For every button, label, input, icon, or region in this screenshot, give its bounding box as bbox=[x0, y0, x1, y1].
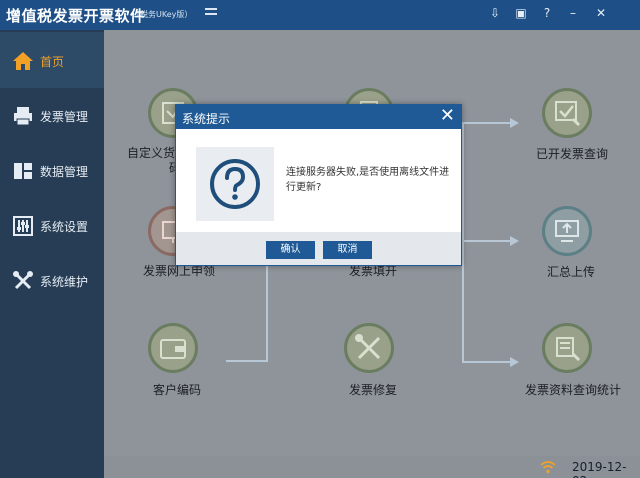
dialog-close-icon[interactable]: ✕ bbox=[440, 106, 455, 126]
system-prompt-dialog: 系统提示 ✕ 连接服务器失败,是否使用离线文件进行更新? 确认 取消 bbox=[175, 104, 462, 266]
sidebar-item-system-maintenance[interactable]: 系统维护 bbox=[0, 252, 104, 308]
question-icon bbox=[210, 159, 260, 209]
status-date: 2019-12-02 bbox=[572, 460, 627, 478]
status-bar: 2019-12-02 bbox=[104, 456, 640, 478]
confirm-button[interactable]: 确认 bbox=[266, 241, 315, 259]
flow-arrow bbox=[510, 236, 519, 246]
sidebar: 首页 发票管理 数据管理 系统设置 系统维护 bbox=[0, 30, 104, 478]
close-icon[interactable]: ✕ bbox=[594, 6, 608, 20]
help-icon[interactable]: ? bbox=[540, 6, 554, 20]
flow-connector bbox=[266, 260, 268, 362]
flow-connector bbox=[226, 360, 268, 362]
dialog-body: 连接服务器失败,是否使用离线文件进行更新? bbox=[176, 129, 461, 232]
home-icon bbox=[13, 52, 33, 70]
sidebar-item-label: 发票管理 bbox=[40, 110, 89, 124]
app-subtitle: （税务UKey版） bbox=[132, 10, 193, 19]
sidebar-item-label: 数据管理 bbox=[40, 165, 89, 179]
flow-connector bbox=[462, 123, 464, 363]
tools-icon bbox=[13, 271, 33, 290]
issued-invoice-query-icon[interactable] bbox=[542, 88, 592, 138]
sliders-icon bbox=[13, 216, 33, 236]
sidebar-item-data-management[interactable]: 数据管理 bbox=[0, 142, 104, 198]
restore-icon[interactable]: ▣ bbox=[514, 6, 528, 20]
cancel-button[interactable]: 取消 bbox=[323, 241, 372, 259]
tile-label: 客户编码 bbox=[153, 383, 202, 397]
summary-upload-icon[interactable] bbox=[542, 206, 592, 256]
repair-tools-icon[interactable] bbox=[344, 323, 394, 373]
dialog-title: 系统提示 bbox=[182, 112, 231, 126]
dialog-footer: 确认 取消 bbox=[176, 232, 461, 265]
statistics-query-icon[interactable] bbox=[542, 323, 592, 373]
tile-label: 发票资料查询统计 bbox=[525, 383, 622, 397]
flow-connector bbox=[462, 361, 512, 363]
printer-icon bbox=[14, 107, 32, 126]
sidebar-item-label: 系统设置 bbox=[40, 220, 89, 234]
tile-label: 汇总上传 bbox=[547, 265, 596, 279]
sidebar-item-home[interactable]: 首页 bbox=[0, 32, 104, 88]
sidebar-item-label: 首页 bbox=[40, 55, 65, 69]
question-icon-box bbox=[196, 147, 274, 221]
sidebar-item-system-settings[interactable]: 系统设置 bbox=[0, 197, 104, 253]
menu-icon[interactable] bbox=[205, 8, 217, 20]
sidebar-item-invoice-management[interactable]: 发票管理 bbox=[0, 87, 104, 143]
tile-label: 发票修复 bbox=[349, 383, 398, 397]
sidebar-item-label: 系统维护 bbox=[40, 275, 89, 289]
wifi-icon bbox=[540, 461, 556, 474]
database-icon bbox=[14, 163, 32, 179]
app-title: 增值税发票开票软件 bbox=[6, 7, 146, 25]
wallet-icon[interactable] bbox=[148, 323, 198, 373]
tile-label: 已开发票查询 bbox=[536, 147, 609, 161]
dialog-header: 系统提示 ✕ bbox=[176, 105, 461, 129]
title-bar: 增值税发票开票软件 （税务UKey版） ⇩ ▣ ? – ✕ bbox=[0, 0, 640, 30]
pin-icon[interactable]: ⇩ bbox=[488, 6, 502, 20]
dialog-message: 连接服务器失败,是否使用离线文件进行更新? bbox=[286, 167, 450, 193]
minimize-icon[interactable]: – bbox=[566, 6, 580, 20]
flow-arrow bbox=[510, 357, 519, 367]
flow-arrow bbox=[510, 118, 519, 128]
